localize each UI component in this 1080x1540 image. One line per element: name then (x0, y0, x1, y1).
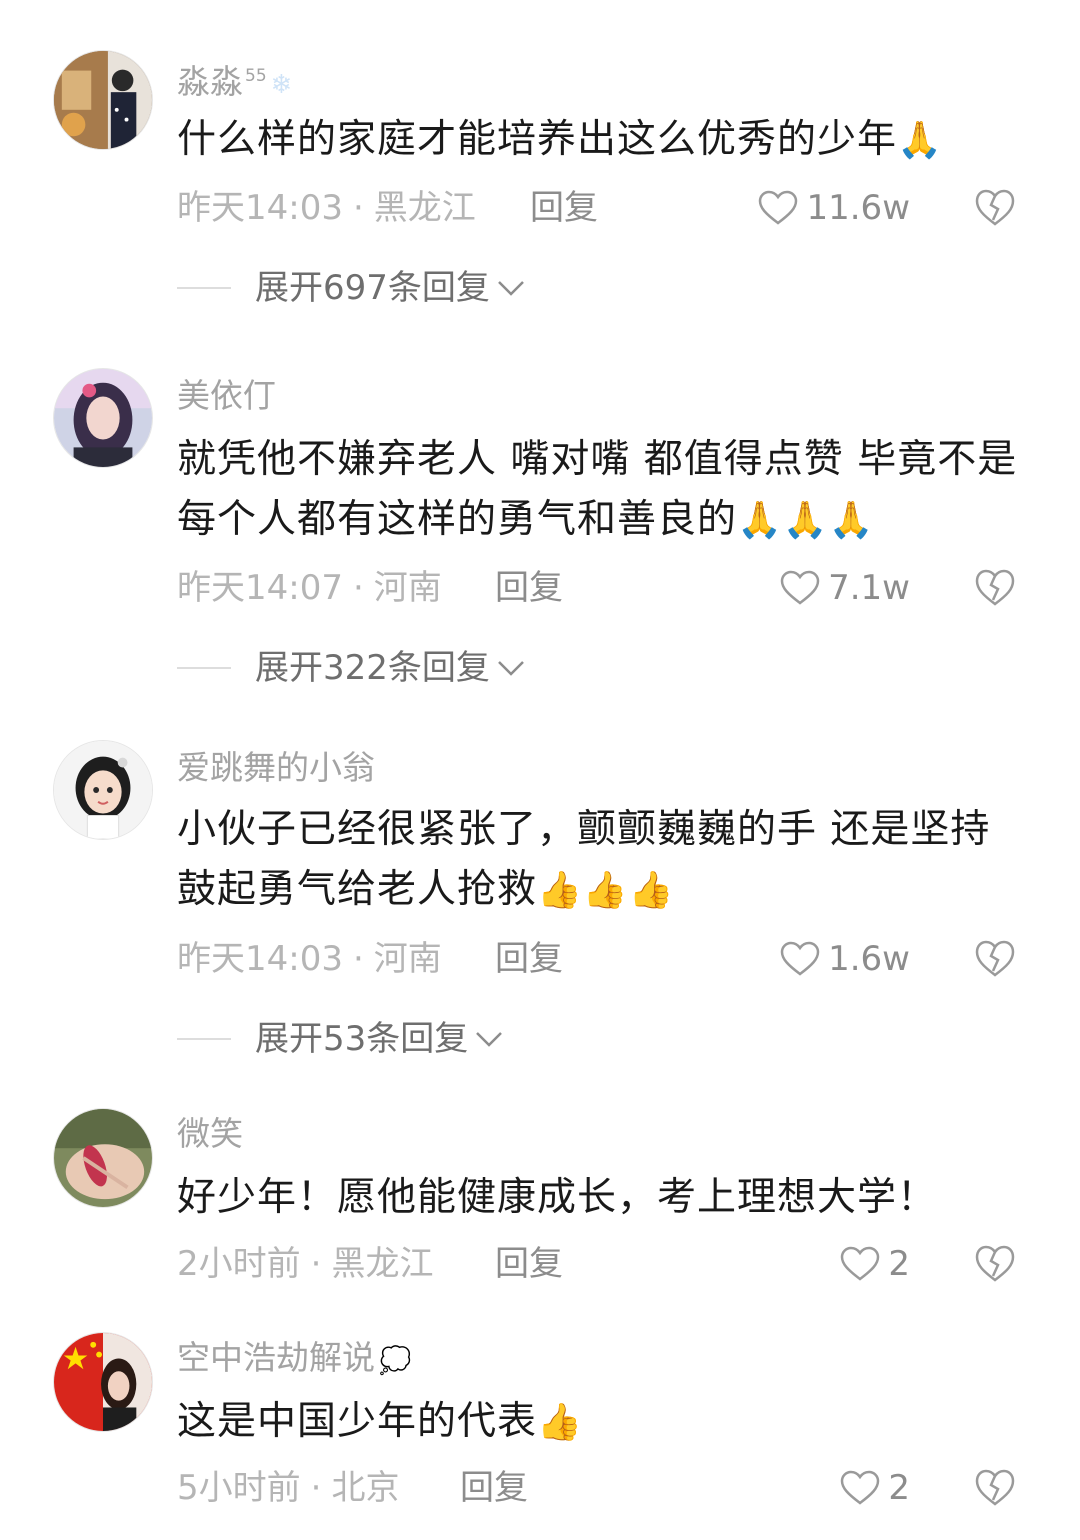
reply-button[interactable]: 回复 (495, 1242, 563, 1286)
heart-icon (780, 941, 820, 976)
reply-button[interactable]: 回复 (495, 566, 563, 610)
broken-heart-icon (975, 569, 1015, 606)
username-text: 空中浩劫解说 (177, 1338, 375, 1377)
heart-icon (759, 190, 798, 225)
like-count: 1.6w (828, 939, 910, 979)
heart-icon (841, 1246, 880, 1281)
like-count: 7.1w (828, 568, 910, 608)
like-button[interactable]: 2 (840, 1242, 910, 1286)
avatar-image (54, 1333, 152, 1431)
username-text: 微笑 (177, 1114, 243, 1153)
chevron-down-icon (476, 1032, 503, 1047)
username[interactable]: 爱跳舞的小翁 (177, 748, 375, 788)
broken-heart-icon (975, 1469, 1015, 1506)
avatar-image (54, 51, 152, 149)
comment-text: 这是中国少年的代表👍 (177, 1392, 1027, 1453)
like-count: 11.6w (806, 188, 910, 228)
avatar[interactable] (53, 1332, 153, 1432)
timestamp: 昨天14:07 (177, 568, 343, 608)
thought-bubble-icon: 💭 (379, 1346, 412, 1376)
comment-text: 小伙子已经很紧张了，颤颤巍巍的手 还是坚持鼓起勇气给老人抢救👍👍👍 (177, 800, 1027, 921)
expand-replies[interactable]: 展开322条回复 (177, 646, 526, 690)
avatar[interactable] (53, 368, 153, 468)
username[interactable]: 空中浩劫解说 💭 (177, 1338, 411, 1381)
like-button[interactable]: 7.1w (780, 566, 910, 610)
heart-icon (841, 1470, 880, 1505)
comment-meta: 2小时前 · 黑龙江 (177, 1242, 433, 1286)
comment-text: 什么样的家庭才能培养出这么优秀的少年🙏 (177, 110, 1027, 171)
location: 黑龙江 (331, 1244, 434, 1284)
timestamp: 昨天14:03 (177, 188, 343, 228)
chevron-down-icon (498, 661, 524, 676)
username[interactable]: 微笑 (177, 1114, 243, 1154)
comment-body: 好少年！愿他能健康成长，考上理想大学！ (177, 1175, 938, 1220)
heart-icon (780, 570, 820, 605)
broken-heart-icon (975, 940, 1015, 977)
username-text: 美依仃 (177, 376, 276, 415)
avatar-image (54, 1109, 152, 1207)
like-button[interactable]: 2 (840, 1466, 910, 1510)
dislike-button[interactable] (975, 1244, 1015, 1284)
avatar-image (54, 369, 152, 467)
expand-replies[interactable]: 展开697条回复 (177, 266, 526, 310)
broken-heart-icon (975, 189, 1015, 226)
location: 黑龙江 (373, 188, 476, 228)
comment-text: 就凭他不嫌弃老人 嘴对嘴 都值得点赞 毕竟不是每个人都有这样的勇气和善良的🙏🙏🙏 (177, 430, 1027, 551)
dislike-button[interactable] (975, 188, 1015, 228)
timestamp: 2小时前 (177, 1244, 301, 1284)
comment-body: 就凭他不嫌弃老人 嘴对嘴 都值得点赞 毕竟不是每个人都有这样的勇气和善良的 (177, 437, 1018, 542)
avatar-image (54, 741, 152, 839)
pray-emoji: 🙏 (897, 120, 943, 161)
avatar[interactable] (53, 740, 153, 840)
dislike-button[interactable] (975, 939, 1015, 979)
pray-emoji: 🙏🙏🙏 (737, 500, 875, 541)
location: 河南 (373, 939, 442, 979)
reply-button[interactable]: 回复 (460, 1466, 528, 1510)
like-button[interactable]: 11.6w (758, 186, 910, 230)
location: 北京 (331, 1468, 400, 1508)
comment-body: 这是中国少年的代表 (177, 1399, 538, 1444)
like-button[interactable]: 1.6w (780, 937, 910, 981)
comment-body: 什么样的家庭才能培养出这么优秀的少年 (177, 117, 898, 162)
level-badge: 55 (245, 66, 267, 86)
username[interactable]: 淼淼 55 ❄ (177, 56, 292, 105)
broken-heart-icon (975, 1245, 1015, 1282)
divider-line (177, 667, 231, 669)
separator-dot: · (352, 939, 364, 979)
expand-replies-label: 展开697条回复 (255, 268, 490, 308)
username[interactable]: 美依仃 (177, 376, 276, 416)
comment-meta: 5小时前 · 北京 (177, 1466, 399, 1510)
timestamp: 昨天14:03 (177, 939, 343, 979)
comment-meta: 昨天14:07 · 河南 (177, 566, 442, 610)
avatar[interactable] (53, 1108, 153, 1208)
dislike-button[interactable] (975, 568, 1015, 608)
divider-line (177, 287, 231, 289)
like-count: 2 (888, 1468, 910, 1508)
avatar[interactable] (53, 50, 153, 150)
thumbs-up-emoji: 👍 (537, 1402, 583, 1443)
reply-button[interactable]: 回复 (530, 186, 598, 230)
location: 河南 (373, 568, 442, 608)
comment-text: 好少年！愿他能健康成长，考上理想大学！ (177, 1168, 1027, 1228)
like-count: 2 (888, 1244, 910, 1284)
expand-replies[interactable]: 展开53条回复 (177, 1017, 504, 1061)
thumbs-up-emoji: 👍👍👍 (537, 870, 675, 911)
divider-line (177, 1038, 231, 1040)
expand-replies-label: 展开322条回复 (255, 648, 490, 688)
timestamp: 5小时前 (177, 1468, 301, 1508)
dislike-button[interactable] (975, 1468, 1015, 1508)
separator-dot: · (310, 1468, 322, 1508)
snowflake-icon: ❄ (270, 70, 293, 100)
username-text: 淼淼 (177, 62, 243, 101)
separator-dot: · (310, 1244, 322, 1284)
expand-replies-label: 展开53条回复 (255, 1019, 469, 1059)
comment-meta: 昨天14:03 · 黑龙江 (177, 186, 476, 230)
separator-dot: · (352, 188, 364, 228)
chevron-down-icon (498, 281, 524, 296)
separator-dot: · (352, 568, 364, 608)
comment-meta: 昨天14:03 · 河南 (177, 937, 442, 981)
username-text: 爱跳舞的小翁 (177, 748, 375, 787)
reply-button[interactable]: 回复 (495, 937, 563, 981)
